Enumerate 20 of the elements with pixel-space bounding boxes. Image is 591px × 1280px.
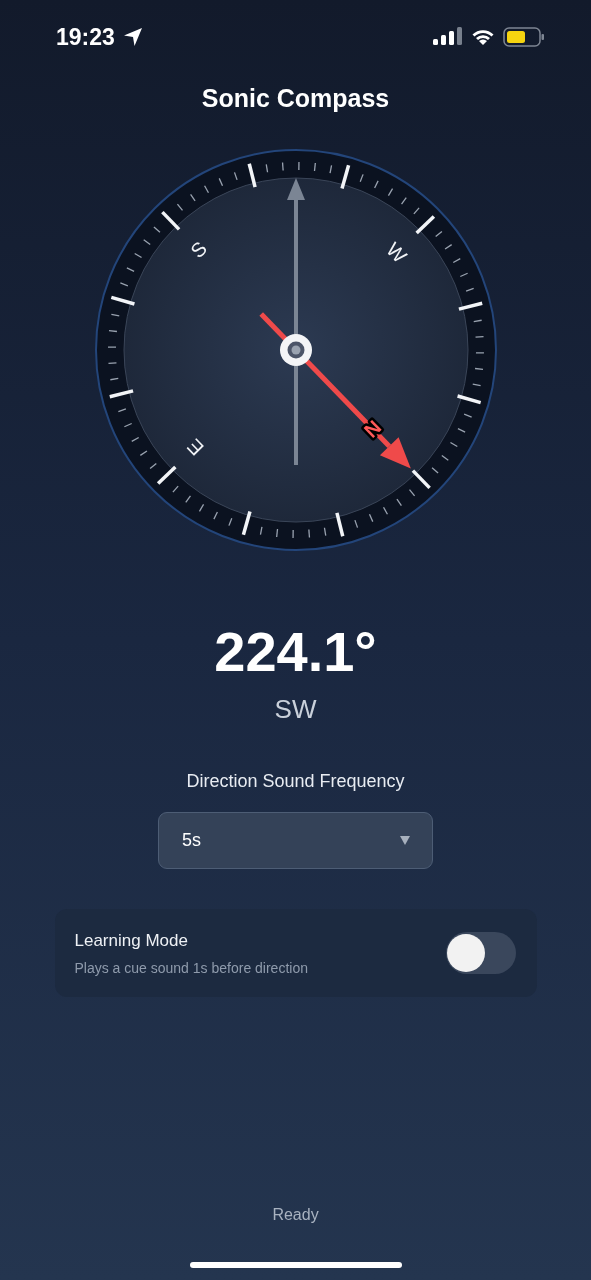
status-time: 19:23	[56, 23, 115, 51]
needle-pivot	[279, 334, 312, 366]
app-title: Sonic Compass	[201, 84, 390, 113]
heading-value: 224.1°	[214, 619, 377, 684]
learning-mode-title: Learning Mode	[74, 930, 189, 951]
cardinal-label: E	[182, 435, 208, 460]
location-arrow-icon	[122, 27, 143, 47]
frequency-dropdown[interactable]: 5s	[158, 812, 433, 869]
frequency-label: Direction Sound Frequency	[186, 771, 405, 792]
battery-icon	[503, 27, 545, 47]
learning-mode-description: Plays a cue sound 1s before direction	[74, 959, 308, 976]
direction-label: SW	[274, 694, 317, 725]
cardinal-label: W	[381, 238, 411, 267]
caret-icon	[400, 836, 410, 845]
status-text: Ready	[271, 1206, 320, 1224]
learning-mode-toggle[interactable]	[445, 932, 516, 974]
wifi-icon	[471, 28, 495, 46]
cardinal-label: N	[359, 416, 385, 442]
signal-icon	[433, 27, 463, 47]
cardinal-label: S	[185, 236, 211, 262]
